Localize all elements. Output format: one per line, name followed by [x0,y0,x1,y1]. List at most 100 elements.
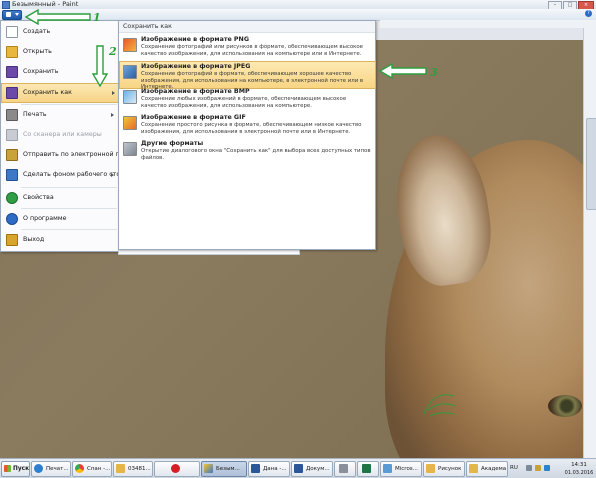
save-format-title: Изображение в формате PNG [141,36,249,43]
taskbar-item[interactable]: Дана -... [248,461,290,477]
paint-menu-button[interactable] [2,10,22,20]
notification-icon[interactable] [544,465,550,471]
help-icon[interactable]: ? [585,10,592,17]
clock-time[interactable]: 14:31 [562,462,596,468]
paint-icon [204,464,213,473]
start-button[interactable]: Пуск [1,461,30,477]
taskbar-item[interactable]: Докум... [291,461,333,477]
scanner-icon [6,129,18,141]
new-file-icon [6,26,18,38]
taskbar-item-label: Micros... [395,466,418,472]
taskbar-item[interactable] [154,461,200,477]
save-format-title: Изображение в формате GIF [141,114,246,121]
save-as-png[interactable]: Изображение в формате PNG Сохранение фот… [120,35,374,61]
menu-item-email[interactable]: Отправить по электронной почте [2,146,135,164]
menu-item-print[interactable]: Печать [2,106,118,124]
folder-icon [116,464,125,473]
chrome-icon [75,464,84,473]
desktop-bg-icon [6,169,18,181]
menu-item-label: Создать [23,28,51,35]
taskbar-item-label: Спан -... [87,466,111,472]
opera-icon [171,464,180,473]
other-formats-icon [123,142,137,156]
taskbar-item[interactable]: Печат... [31,461,71,477]
submenu-arrow-icon [112,91,115,95]
menu-divider [21,104,117,105]
taskbar-item[interactable]: 03481... [113,461,153,477]
language-indicator[interactable]: RU [510,460,518,477]
menu-item-label: О программе [23,215,67,222]
taskbar-item-label: Печат... [46,466,69,472]
save-format-description: Открытие диалогового окна "Сохранить как… [141,148,371,161]
submenu-arrow-icon [111,113,114,117]
taskbar: Пуск Печат... Спан -... 03481... Безым..… [0,458,596,478]
network-icon[interactable] [526,465,532,471]
about-icon [6,213,18,225]
menu-item-label: Свойства [23,194,54,201]
annotation-number-2: 2 [109,45,117,58]
open-folder-icon [6,46,18,58]
window-icon [383,464,392,473]
save-format-description: Сохранение фотографий или рисунков в фор… [141,44,363,57]
volume-icon[interactable] [535,465,541,471]
save-as-submenu: Сохранить как Изображение в формате PNG … [118,20,376,250]
taskbar-item[interactable]: Академа [466,461,508,477]
word-icon [294,464,303,473]
menu-divider [21,229,117,230]
taskbar-item[interactable]: Спан -... [72,461,112,477]
submenu-arrow-icon [111,173,114,177]
excel-icon [362,464,371,473]
save-format-description: Сохранение простого рисунка в формате, о… [141,122,362,135]
save-format-title: Изображение в формате BMP [141,88,250,95]
submenu-header: Сохранить как [119,21,375,33]
menu-item-label: Сохранить как [23,89,72,96]
annotation-number-1: 1 [93,11,101,24]
menu-item-exit[interactable]: Выход [2,231,118,249]
vertical-scrollbar[interactable] [583,28,596,458]
save-as-bmp[interactable]: Изображение в формате BMP Сохранение люб… [120,87,374,113]
menu-divider [21,187,117,188]
exit-icon [6,234,18,246]
bmp-icon [123,90,137,104]
scribble-annotation [423,394,457,417]
save-as-icon [6,87,18,99]
taskbar-item-label: Докум... [306,466,330,472]
lion-eye-image [548,395,582,417]
annotation-arrow-1 [24,9,91,25]
email-icon [6,149,18,161]
menu-item-about[interactable]: О программе [2,210,118,228]
save-as-gif[interactable]: Изображение в формате GIF Сохранение про… [120,113,374,139]
windows-logo-icon [4,465,11,472]
taskbar-item[interactable]: Безым... [201,461,247,477]
png-icon [123,38,137,52]
save-as-jpeg[interactable]: Изображение в формате JPEG Сохранение фо… [119,61,376,90]
annotation-arrow-2 [92,45,108,88]
word-icon [251,464,260,473]
menu-item-label: Печать [23,111,47,118]
save-format-title: Изображение в формате JPEG [141,63,251,70]
taskbar-item[interactable]: Рисунок [423,461,465,477]
menu-divider [21,208,117,209]
properties-icon [6,192,18,204]
start-label: Пуск [13,466,30,472]
annotation-number-3: 3 [430,66,438,79]
save-format-title: Другие форматы [141,140,204,147]
scrollbar-thumb[interactable] [586,118,596,210]
taskbar-item[interactable] [357,461,379,477]
taskbar-item-label: Рисунок [438,466,462,472]
folder-icon [469,464,478,473]
taskbar-item[interactable] [334,461,356,477]
menu-item-properties[interactable]: Свойства [2,189,118,207]
jpeg-icon [123,65,137,79]
taskbar-item[interactable]: Micros... [380,461,422,477]
calculator-icon [339,464,348,473]
taskbar-item-label: Безым... [216,466,240,472]
window-title: Безымянный - Paint [12,0,79,8]
menu-item-desktop-background[interactable]: Сделать фоном рабочего стола [2,166,128,184]
save-icon [6,66,18,78]
menu-item-scanner: Со сканера или камеры [2,126,118,144]
menu-item-new[interactable]: Создать [2,23,118,41]
save-as-other-formats[interactable]: Другие форматы Открытие диалогового окна… [120,139,374,165]
clock-date[interactable]: 01.03.2016 [562,470,596,476]
menu-item-label: Со сканера или камеры [23,131,102,138]
